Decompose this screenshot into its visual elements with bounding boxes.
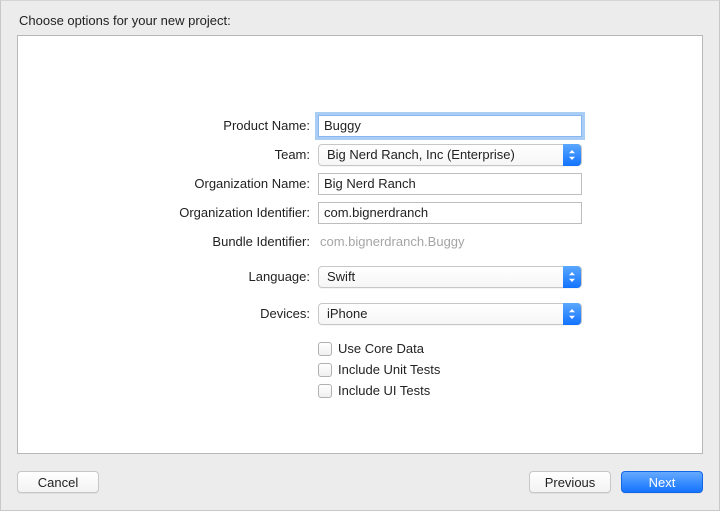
org-name-input[interactable] — [318, 173, 582, 195]
updown-icon — [563, 144, 581, 166]
language-value: Swift — [327, 269, 355, 284]
language-label: Language: — [18, 269, 318, 284]
team-popup[interactable]: Big Nerd Ranch, Inc (Enterprise) — [318, 144, 582, 166]
org-id-label: Organization Identifier: — [18, 205, 318, 220]
previous-button[interactable]: Previous — [529, 471, 611, 493]
options-panel: Product Name: Team: Big Nerd Ranch, Inc … — [17, 35, 703, 454]
core-data-label: Use Core Data — [338, 341, 424, 356]
devices-value: iPhone — [327, 306, 367, 321]
unit-tests-checkbox[interactable] — [318, 363, 332, 377]
team-label: Team: — [18, 147, 318, 162]
org-name-label: Organization Name: — [18, 176, 318, 191]
next-button[interactable]: Next — [621, 471, 703, 493]
org-id-input[interactable] — [318, 202, 582, 224]
dialog-footer: Cancel Previous Next — [1, 454, 719, 510]
ui-tests-checkbox[interactable] — [318, 384, 332, 398]
bundle-id-value: com.bignerdranch.Buggy — [318, 234, 465, 249]
core-data-checkbox[interactable] — [318, 342, 332, 356]
devices-label: Devices: — [18, 306, 318, 321]
language-popup[interactable]: Swift — [318, 266, 582, 288]
cancel-button[interactable]: Cancel — [17, 471, 99, 493]
dialog-title: Choose options for your new project: — [19, 13, 231, 28]
updown-icon — [563, 303, 581, 325]
product-name-label: Product Name: — [18, 118, 318, 133]
team-value: Big Nerd Ranch, Inc (Enterprise) — [327, 147, 515, 162]
updown-icon — [563, 266, 581, 288]
product-name-input[interactable] — [318, 115, 582, 137]
ui-tests-label: Include UI Tests — [338, 383, 430, 398]
unit-tests-label: Include Unit Tests — [338, 362, 440, 377]
bundle-id-label: Bundle Identifier: — [18, 234, 318, 249]
options-form: Product Name: Team: Big Nerd Ranch, Inc … — [18, 111, 702, 401]
devices-popup[interactable]: iPhone — [318, 303, 582, 325]
